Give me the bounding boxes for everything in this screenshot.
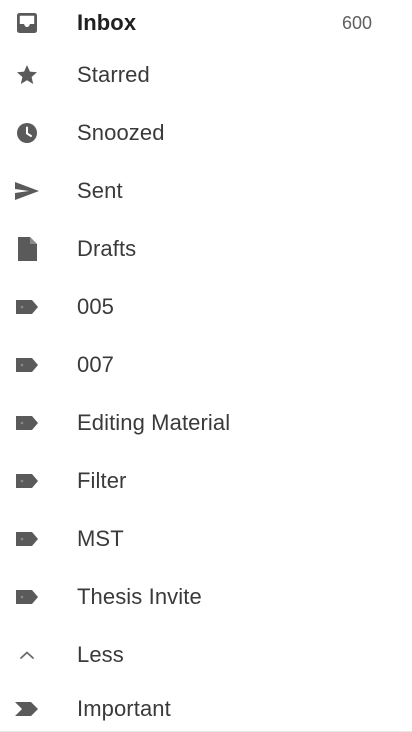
- inbox-icon: [12, 8, 42, 38]
- label-icon: [12, 292, 42, 322]
- drawer-item-label: Filter: [77, 468, 127, 493]
- drawer-item-label: 005: [77, 294, 115, 319]
- drawer-item-label: Editing Material: [77, 410, 231, 435]
- drawer-item-label: 007: [77, 352, 115, 377]
- drawer-item-starred[interactable]: Starred: [0, 46, 412, 104]
- drawer-item-label-mst[interactable]: MST: [0, 510, 412, 568]
- drawer-item-label: Inbox: [77, 10, 137, 35]
- important-icon: [12, 694, 42, 724]
- drawer-item-label-editing-material[interactable]: Editing Material: [0, 394, 412, 452]
- drawer-item-label-filter[interactable]: Filter: [0, 452, 412, 510]
- draft-icon: [12, 234, 42, 264]
- navigation-drawer: Inbox 600 Starred Snoozed Sent Drafts 00…: [0, 0, 412, 732]
- label-icon: [12, 350, 42, 380]
- label-icon: [12, 524, 42, 554]
- drawer-item-label: MST: [77, 526, 124, 551]
- drawer-item-important[interactable]: Important: [0, 684, 412, 732]
- unread-count: 600: [341, 12, 372, 33]
- chevron-up-icon: [12, 640, 42, 670]
- drawer-item-snoozed[interactable]: Snoozed: [0, 104, 412, 162]
- drawer-item-label: Important: [77, 696, 171, 721]
- label-icon: [12, 408, 42, 438]
- drawer-item-label: Less: [77, 642, 124, 667]
- drawer-item-label: Snoozed: [77, 120, 165, 145]
- drawer-item-inbox[interactable]: Inbox 600: [0, 0, 412, 46]
- send-icon: [12, 176, 42, 206]
- drawer-item-label: Thesis Invite: [77, 584, 202, 609]
- drawer-item-drafts[interactable]: Drafts: [0, 220, 412, 278]
- drawer-item-label: Sent: [77, 178, 123, 203]
- label-icon: [12, 582, 42, 612]
- drawer-item-label: Starred: [77, 62, 150, 87]
- drawer-item-label-005[interactable]: 005: [0, 278, 412, 336]
- star-icon: [12, 60, 42, 90]
- drawer-item-less[interactable]: Less: [0, 626, 412, 684]
- drawer-item-label-thesis-invite[interactable]: Thesis Invite: [0, 568, 412, 626]
- drawer-item-sent[interactable]: Sent: [0, 162, 412, 220]
- clock-icon: [12, 118, 42, 148]
- label-icon: [12, 466, 42, 496]
- drawer-item-label: Drafts: [77, 236, 137, 261]
- drawer-item-label-007[interactable]: 007: [0, 336, 412, 394]
